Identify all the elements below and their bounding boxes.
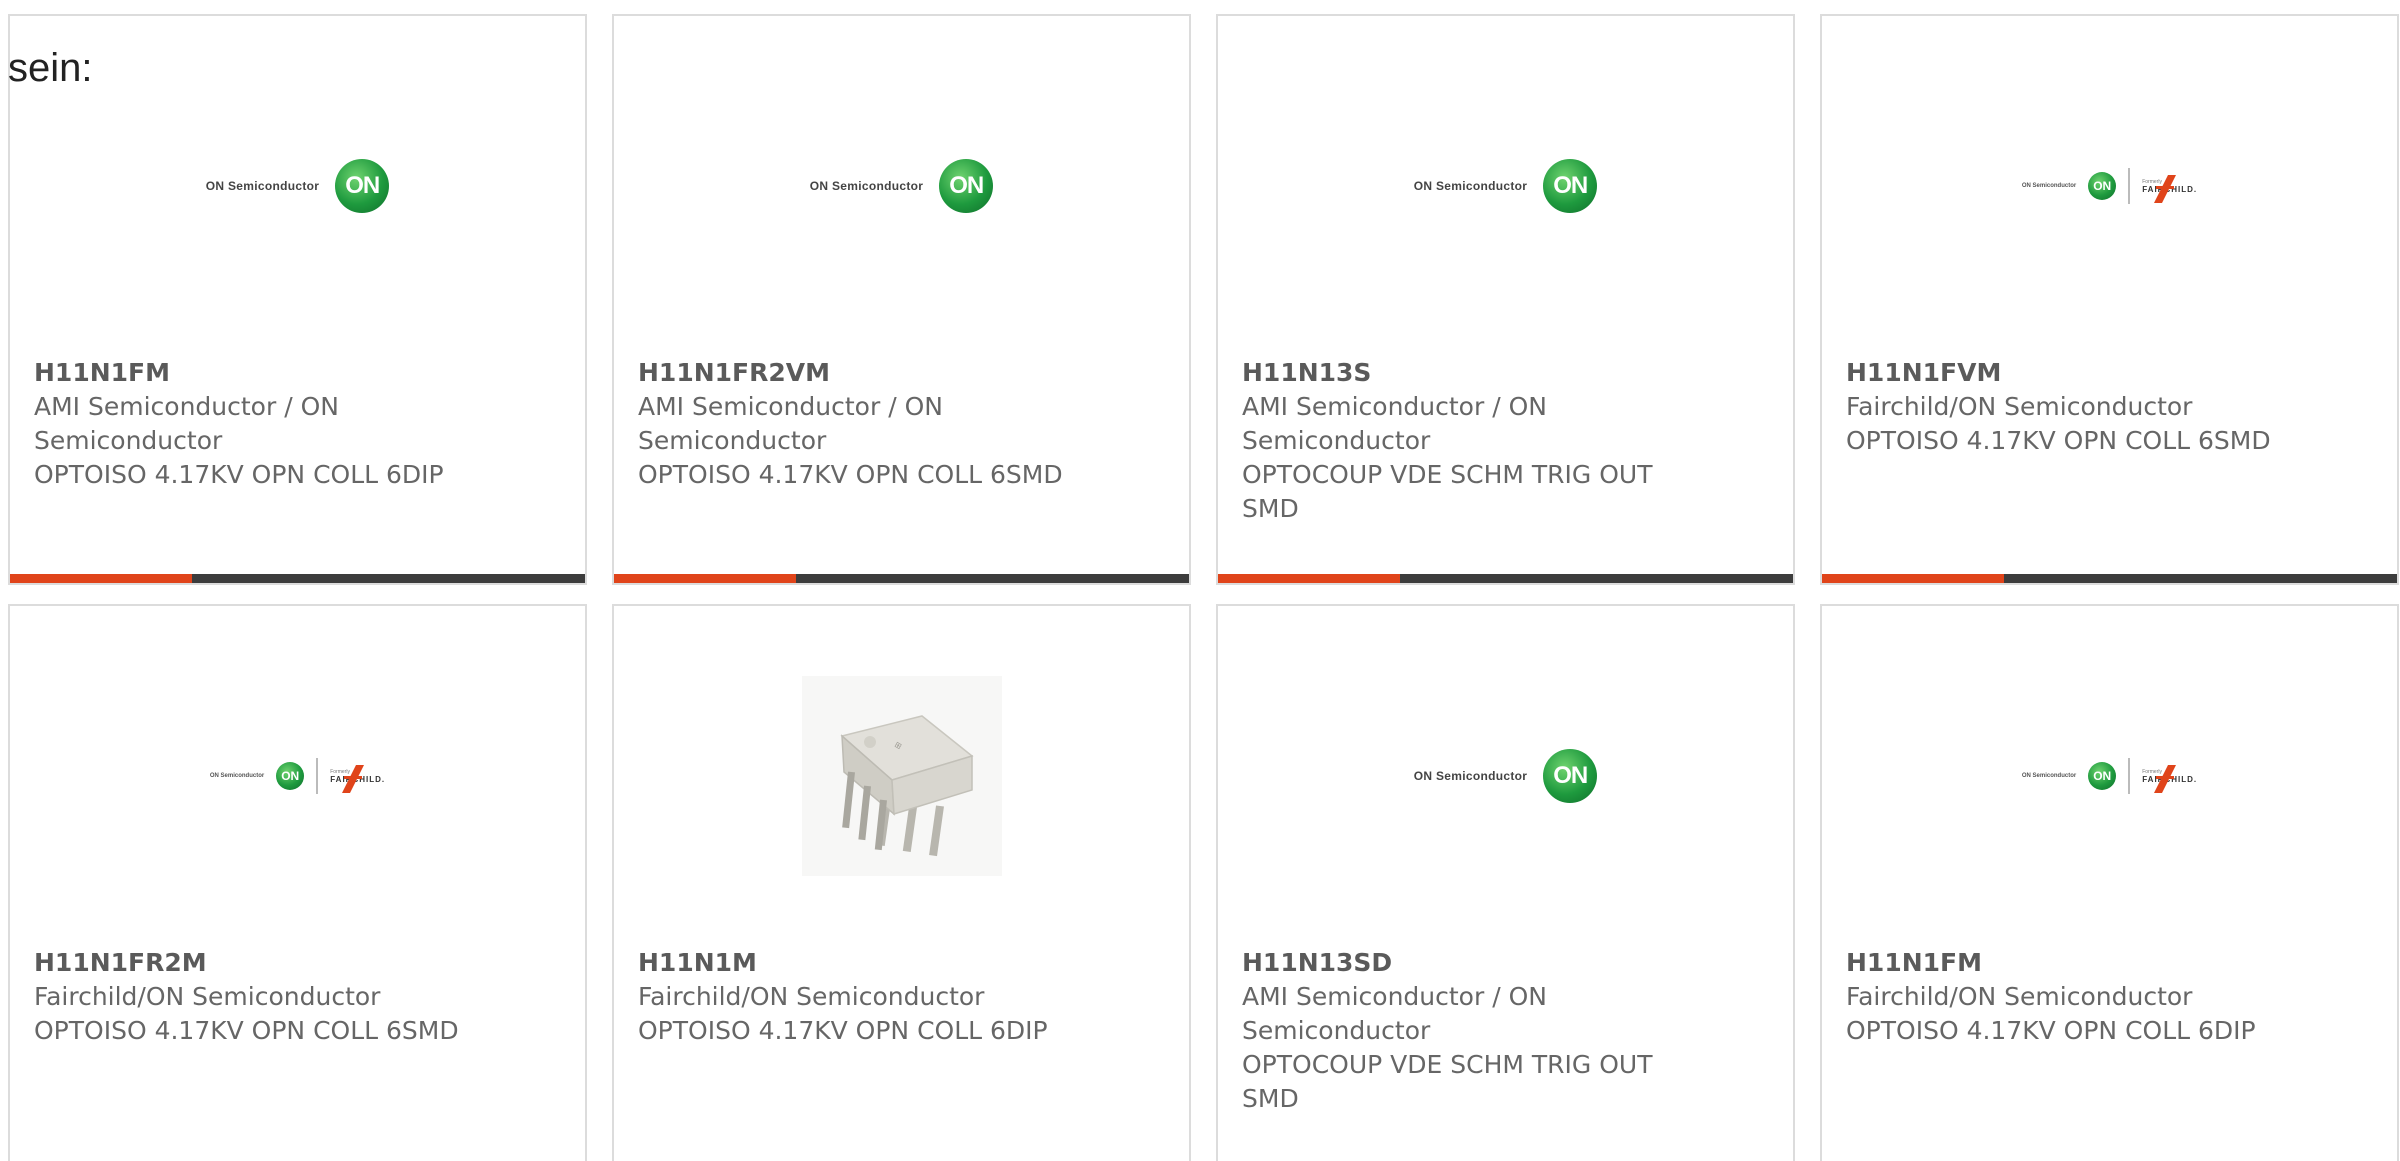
description: OPTOISO 4.17KV OPN COLL 6DIP bbox=[638, 1016, 1048, 1045]
manufacturer: Fairchild/ON Semiconductor bbox=[1846, 392, 2193, 421]
fairchild-slash-icon bbox=[2154, 764, 2177, 793]
part-number-link[interactable]: H11N1M bbox=[638, 946, 1165, 980]
product-image[interactable]: ON Semiconductor ON bbox=[1218, 606, 1793, 946]
product-image[interactable]: ON Semiconductor ON Formerly FAIRCHILD. bbox=[10, 606, 585, 946]
description: OPTOISO 4.17KV OPN COLL 6DIP bbox=[34, 460, 444, 489]
description: OPTOISO 4.17KV OPN COLL 6SMD bbox=[638, 460, 1063, 489]
on-semiconductor-logo: ON Semiconductor ON bbox=[1414, 159, 1598, 213]
logo-divider bbox=[316, 758, 319, 794]
part-number-link[interactable]: H11N1FVM bbox=[1846, 356, 2373, 390]
on-semiconductor-logo: ON Semiconductor ON bbox=[810, 159, 994, 213]
product-image[interactable]: ⊞ bbox=[614, 606, 1189, 946]
description: OPTOCOUP VDE SCHM TRIG OUT SMD bbox=[1242, 1050, 1653, 1113]
part-number-link[interactable]: H11N13S bbox=[1242, 356, 1769, 390]
on-fairchild-logo: ON Semiconductor ON Formerly FAIRCHILD. bbox=[2022, 168, 2197, 204]
product-image[interactable]: ON Semiconductor ON Formerly FAIRCHILD. bbox=[1822, 606, 2397, 946]
part-number-link[interactable]: H11N13SD bbox=[1242, 946, 1769, 980]
on-fairchild-logo: ON Semiconductor ON Formerly FAIRCHILD. bbox=[210, 758, 385, 794]
description: OPTOISO 4.17KV OPN COLL 6SMD bbox=[34, 1016, 459, 1045]
product-card[interactable]: ON Semiconductor ON Formerly FAIRCHILD. … bbox=[8, 604, 587, 1161]
product-card[interactable]: ON Semiconductor ON Formerly FAIRCHILD. … bbox=[1820, 604, 2399, 1161]
product-card[interactable]: ON Semiconductor ON H11N13SD AMI Semicon… bbox=[1216, 604, 1795, 1161]
intro-text: sein: bbox=[8, 46, 93, 90]
part-number-link[interactable]: H11N1FM bbox=[1846, 946, 2373, 980]
product-image[interactable]: ON Semiconductor ON bbox=[1218, 16, 1793, 356]
product-card[interactable]: ON Semiconductor ON H11N1FR2VM AMI Semic… bbox=[612, 14, 1191, 585]
part-number-link[interactable]: H11N1FM bbox=[34, 356, 561, 390]
on-fairchild-logo: ON Semiconductor ON Formerly FAIRCHILD. bbox=[2022, 758, 2197, 794]
product-image[interactable]: ON Semiconductor ON bbox=[614, 16, 1189, 356]
product-card[interactable]: ON Semiconductor ON Formerly FAIRCHILD. … bbox=[1820, 14, 2399, 585]
manufacturer: AMI Semiconductor / ON Semiconductor bbox=[1242, 392, 1547, 455]
product-image[interactable]: ON Semiconductor ON bbox=[10, 16, 585, 356]
on-semiconductor-logo: ON Semiconductor ON bbox=[1414, 749, 1598, 803]
manufacturer: Fairchild/ON Semiconductor bbox=[638, 982, 985, 1011]
dip-chip-photo: ⊞ bbox=[801, 676, 1002, 876]
card-bottom-bar bbox=[614, 574, 1189, 583]
description: OPTOISO 4.17KV OPN COLL 6DIP bbox=[1846, 1016, 2256, 1045]
card-bottom-bar bbox=[1822, 574, 2397, 583]
fairchild-slash-icon bbox=[342, 764, 365, 793]
fairchild-slash-icon bbox=[2154, 174, 2177, 203]
card-bottom-bar bbox=[10, 574, 585, 583]
product-card[interactable]: ON Semiconductor ON H11N13S AMI Semicond… bbox=[1216, 14, 1795, 585]
manufacturer: AMI Semiconductor / ON Semiconductor bbox=[1242, 982, 1547, 1045]
description: OPTOCOUP VDE SCHM TRIG OUT SMD bbox=[1242, 460, 1653, 523]
manufacturer: AMI Semiconductor / ON Semiconductor bbox=[638, 392, 943, 455]
logo-divider bbox=[2128, 758, 2131, 794]
description: OPTOISO 4.17KV OPN COLL 6SMD bbox=[1846, 426, 2271, 455]
card-bottom-bar bbox=[1218, 574, 1793, 583]
product-grid-page: sein: ON Semiconductor ON H11N1FM AMI Se… bbox=[0, 0, 2400, 1161]
logo-divider bbox=[2128, 168, 2131, 204]
manufacturer: AMI Semiconductor / ON Semiconductor bbox=[34, 392, 339, 455]
part-number-link[interactable]: H11N1FR2M bbox=[34, 946, 561, 980]
manufacturer: Fairchild/ON Semiconductor bbox=[34, 982, 381, 1011]
product-image[interactable]: ON Semiconductor ON Formerly FAIRCHILD. bbox=[1822, 16, 2397, 356]
manufacturer: Fairchild/ON Semiconductor bbox=[1846, 982, 2193, 1011]
product-card[interactable]: ⊞ H11N1M Fairchild/ON Semiconductor OPTO… bbox=[612, 604, 1191, 1161]
on-semiconductor-logo: ON Semiconductor ON bbox=[206, 159, 390, 213]
product-card[interactable]: ON Semiconductor ON H11N1FM AMI Semicond… bbox=[8, 14, 587, 585]
part-number-link[interactable]: H11N1FR2VM bbox=[638, 356, 1165, 390]
